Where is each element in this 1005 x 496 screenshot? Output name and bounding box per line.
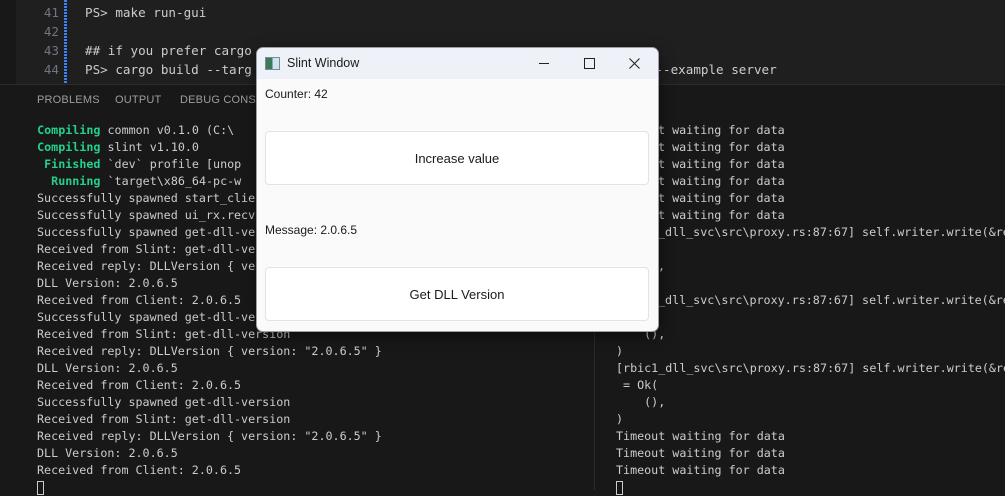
minimize-button[interactable] [521, 48, 567, 79]
line-number: 44 [43, 62, 59, 77]
line-code: ## if you prefer cargo [85, 43, 252, 58]
terminal-line: ) [616, 412, 624, 426]
terminal-line: Successfully spawned get-dll-ve [37, 309, 255, 326]
terminal-line: Successfully spawned get-dll-version [37, 394, 290, 411]
terminal-line-text: Successfully spawned ui_rx.recv [37, 208, 256, 222]
line-number: 43 [43, 43, 59, 58]
terminal-line: Timeout waiting for data [616, 429, 785, 443]
terminal-line: _dll_svc\src\proxy.rs:87:67] self.writer… [658, 225, 1005, 239]
terminal-line: Received from Client: 2.0.6.5 [37, 462, 241, 479]
terminal-line: Successfully spawned get-dll-ve [37, 224, 255, 241]
terminal-line: Timeout waiting for data [616, 446, 785, 460]
terminal-line: DLL Version: 2.0.6.5 [37, 275, 178, 292]
terminal-line-text: Received from Client: 2.0.6.5 [37, 378, 242, 392]
terminal-line: Timeout waiting for data [616, 463, 785, 477]
tab-problems[interactable]: PROBLEMS [37, 94, 100, 106]
close-icon [628, 58, 640, 69]
terminal-line: Running `target\x86_64-pc-w [16, 173, 241, 190]
increase-value-button[interactable]: Increase value [265, 131, 649, 185]
terminal-line: Received from Slint: get-dll-ve [37, 241, 255, 258]
terminal-line: DLL Version: 2.0.6.5 [37, 360, 178, 377]
terminal-line-text: Received from Client: 2.0.6.5 [37, 463, 242, 477]
maximize-icon [583, 58, 595, 69]
window-titlebar[interactable]: Slint Window [257, 48, 658, 79]
terminal-line-text: Received from Client: 2.0.6.5 [37, 293, 242, 307]
terminal-prompt [37, 479, 44, 496]
terminal-line-text: Successfully spawned get-dll-version [37, 395, 291, 409]
tab-debug-console[interactable]: DEBUG CONSO [180, 94, 265, 106]
counter-label: Counter: 42 [265, 87, 328, 101]
terminal-prompt [616, 479, 623, 496]
terminal-line-text: `dev` profile [unop [100, 157, 242, 171]
terminal-line-text: Received from Slint: get-dll-ve [37, 242, 256, 256]
terminal-line: Successfully spawned start_clie [37, 190, 255, 207]
minimize-icon [539, 63, 549, 64]
terminal-line: [rbic1_dll_svc\src\proxy.rs:87:67] self.… [616, 361, 1005, 375]
editor-gutter [0, 0, 16, 84]
terminal-line: Received reply: DLLVersion { versi [37, 258, 276, 275]
window-title: Slint Window [287, 56, 360, 70]
terminal-line-text: Received from Slint: get-dll-version [37, 327, 291, 341]
terminal-line-text: Successfully spawned get-dll-ve [37, 225, 256, 239]
cargo-status: Compiling [16, 140, 101, 154]
terminal-line: Finished `dev` profile [unop [16, 156, 241, 173]
terminal-line: t waiting for data [658, 140, 785, 154]
terminal-cursor [616, 480, 623, 495]
terminal-line-text: Received from Slint: get-dll-version [37, 412, 291, 426]
cargo-status: Running [16, 174, 101, 188]
terminal-line: (), [616, 395, 666, 409]
terminal-line: Received reply: DLLVersion { version: "2… [37, 428, 382, 445]
line-number: 41 [43, 5, 59, 20]
terminal-line-text: DLL Version: 2.0.6.5 [37, 361, 178, 375]
terminal-line: t waiting for data [658, 191, 785, 205]
close-button[interactable] [611, 48, 657, 79]
terminal-line: Received from Slint: get-dll-version [37, 411, 290, 428]
terminal-line: = Ok( [616, 378, 659, 392]
terminal-line: Successfully spawned ui_rx.recv [37, 207, 255, 224]
get-dll-version-button[interactable]: Get DLL Version [265, 267, 649, 321]
terminal-line: Compiling slint v1.10.0 [16, 139, 199, 156]
terminal-line: t waiting for data [658, 208, 785, 222]
terminal-line: ) [616, 344, 624, 358]
terminal-line-text: Received reply: DLLVersion { version: "2… [37, 344, 382, 358]
maximize-button[interactable] [566, 48, 612, 79]
line-code: PS> make run-gui [85, 5, 207, 20]
terminal-line: Received from Client: 2.0.6.5 [37, 377, 241, 394]
terminal-line-text: common v0.1.0 (C:\ [100, 123, 235, 137]
line-code: PS> cargo build --targ [85, 62, 252, 77]
terminal-line: Received from Slint: get-dll-version [37, 326, 290, 343]
terminal-line-text: slint v1.10.0 [100, 140, 199, 154]
terminal-line-text: DLL Version: 2.0.6.5 [37, 446, 178, 460]
terminal-line: t waiting for data [658, 157, 785, 171]
tab-output[interactable]: OUTPUT [115, 94, 161, 106]
terminal-line-text: Successfully spawned start_clie [37, 191, 256, 205]
terminal-line: Compiling common v0.1.0 (C:\ [16, 122, 234, 139]
terminal-line-text: `target\x86_64-pc-w [100, 174, 242, 188]
terminal-line: _dll_svc\src\proxy.rs:87:67] self.writer… [658, 293, 1005, 307]
terminal-line-text: Received reply: DLLVersion { version: "2… [37, 429, 382, 443]
terminal-line: t waiting for data [658, 174, 785, 188]
terminal-line-text: DLL Version: 2.0.6.5 [37, 276, 178, 290]
terminal-line: t waiting for data [658, 123, 785, 137]
app-icon [265, 57, 280, 70]
terminal-line: , [658, 259, 666, 273]
cargo-status: Compiling [16, 123, 101, 137]
message-label: Message: 2.0.6.5 [265, 223, 358, 237]
terminal-line: Received from Client: 2.0.6.5 [37, 292, 241, 309]
slint-window: Slint Window Counter: 42 Increase value … [256, 47, 659, 332]
terminal-cursor [37, 480, 44, 495]
terminal-line-text: Received reply: DLLVersion { versi [37, 259, 277, 273]
line-number: 42 [43, 24, 59, 39]
terminal-line-text: Successfully spawned get-dll-ve [37, 310, 256, 324]
cargo-status: Finished [16, 157, 101, 171]
terminal-line: DLL Version: 2.0.6.5 [37, 445, 178, 462]
terminal-line: Received reply: DLLVersion { version: "2… [37, 343, 382, 360]
modified-lines-indicator [64, 0, 67, 84]
